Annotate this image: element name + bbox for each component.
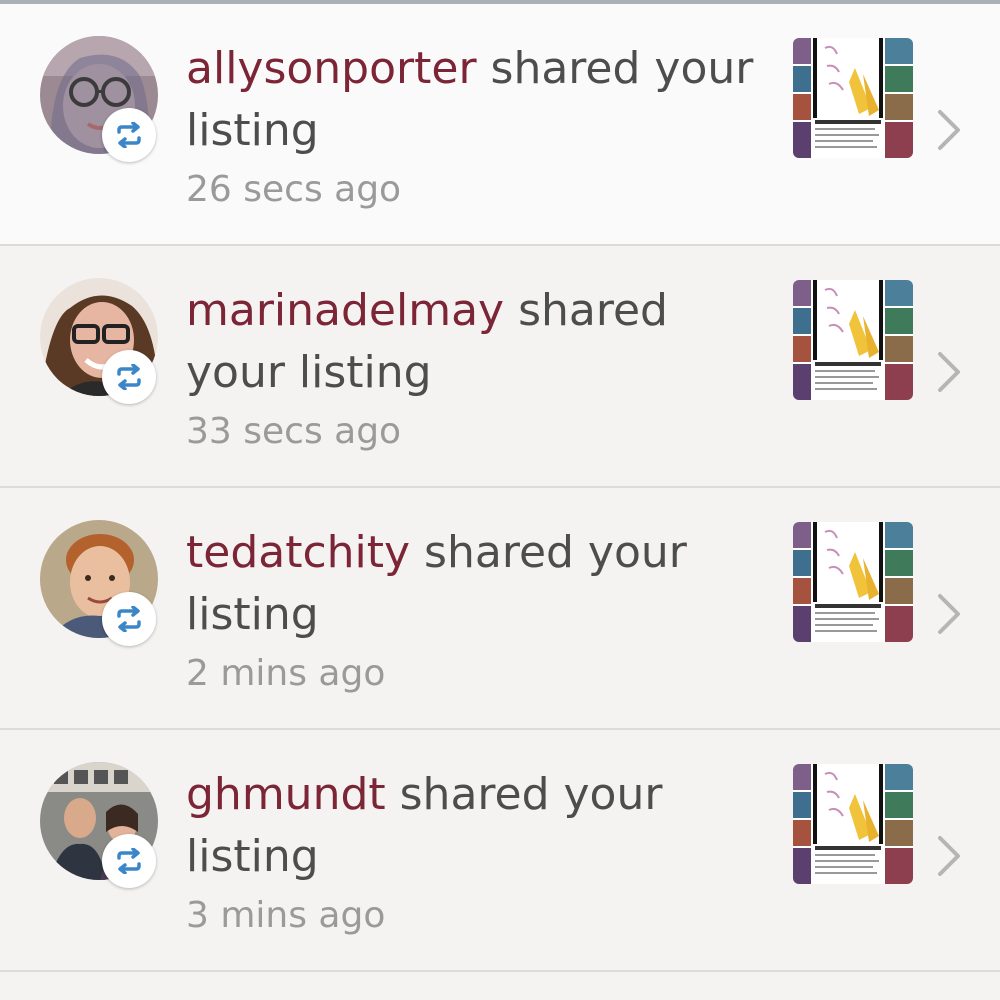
listing-thumbnail-image	[793, 764, 913, 884]
notification-text: tedatchity shared your listing	[186, 522, 766, 646]
notification-row[interactable]: allysonporter shared your listing 26 sec…	[0, 4, 1000, 246]
username-link[interactable]: ghmundt	[186, 769, 386, 820]
share-badge	[102, 592, 156, 646]
notification-text: marinadelmay shared your listing	[186, 280, 766, 404]
username-link[interactable]: allysonporter	[186, 43, 477, 94]
notification-timestamp: 33 secs ago	[186, 411, 402, 452]
notification-row[interactable]: ghmundt shared your listing 3 mins ago	[0, 730, 1000, 972]
avatar-container[interactable]	[40, 520, 158, 646]
share-badge	[102, 108, 156, 162]
notification-row[interactable]: marinadelmay shared your listing 33 secs…	[0, 246, 1000, 488]
listing-thumbnail-image	[793, 280, 913, 400]
share-badge	[102, 350, 156, 404]
share-repost-icon	[117, 364, 141, 390]
chevron-right-icon[interactable]	[934, 108, 964, 152]
notification-row[interactable]: tedatchity shared your listing 2 mins ag…	[0, 488, 1000, 730]
username-link[interactable]: marinadelmay	[186, 285, 504, 336]
notification-timestamp: 3 mins ago	[186, 895, 386, 936]
notification-timestamp: 26 secs ago	[186, 169, 402, 210]
avatar-container[interactable]	[40, 278, 158, 404]
username-link[interactable]: tedatchity	[186, 527, 410, 578]
notification-text: ghmundt shared your listing	[186, 764, 766, 888]
share-badge	[102, 834, 156, 888]
listing-thumbnail[interactable]	[793, 280, 913, 400]
chevron-right-icon[interactable]	[934, 834, 964, 878]
share-repost-icon	[117, 848, 141, 874]
share-repost-icon	[117, 606, 141, 632]
listing-thumbnail-image	[793, 38, 913, 158]
avatar-container[interactable]	[40, 36, 158, 162]
share-repost-icon	[117, 122, 141, 148]
notification-timestamp: 2 mins ago	[186, 653, 386, 694]
listing-thumbnail[interactable]	[793, 38, 913, 158]
listing-thumbnail[interactable]	[793, 764, 913, 884]
avatar-container[interactable]	[40, 762, 158, 888]
chevron-right-icon[interactable]	[934, 592, 964, 636]
listing-thumbnail-image	[793, 522, 913, 642]
listing-thumbnail[interactable]	[793, 522, 913, 642]
notification-feed: allysonporter shared your listing 26 sec…	[0, 4, 1000, 972]
chevron-right-icon[interactable]	[934, 350, 964, 394]
notification-text: allysonporter shared your listing	[186, 38, 766, 162]
